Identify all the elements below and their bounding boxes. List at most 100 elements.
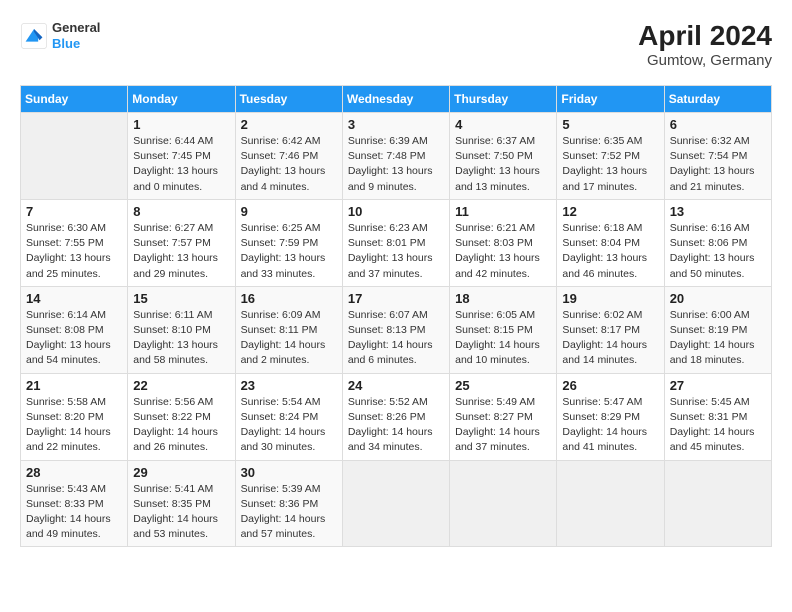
day-info: Sunrise: 5:52 AMSunset: 8:26 PMDaylight:…	[348, 395, 444, 456]
day-number: 30	[241, 465, 337, 480]
calendar-cell: 21Sunrise: 5:58 AMSunset: 8:20 PMDayligh…	[21, 373, 128, 460]
day-number: 28	[26, 465, 122, 480]
day-info: Sunrise: 5:39 AMSunset: 8:36 PMDaylight:…	[241, 482, 337, 543]
calendar-cell: 10Sunrise: 6:23 AMSunset: 8:01 PMDayligh…	[342, 199, 449, 286]
calendar-header: SundayMondayTuesdayWednesdayThursdayFrid…	[21, 86, 772, 113]
day-number: 8	[133, 204, 229, 219]
day-number: 24	[348, 378, 444, 393]
title-block: April 2024 Gumtow, Germany	[638, 20, 772, 69]
day-number: 11	[455, 204, 551, 219]
page-header: General Blue April 2024 Gumtow, Germany	[20, 20, 772, 69]
day-number: 5	[562, 117, 658, 132]
calendar-cell	[21, 113, 128, 200]
calendar-cell: 6 Sunrise: 6:32 AMSunset: 7:54 PMDaylight…	[664, 113, 771, 200]
calendar-cell: 12 Sunrise: 6:18 AMSunset: 8:04 PMDayligh…	[557, 199, 664, 286]
day-number: 23	[241, 378, 337, 393]
calendar-cell: 13 Sunrise: 6:16 AMSunset: 8:06 PMDayligh…	[664, 199, 771, 286]
day-info: Sunrise: 5:45 AMSunset: 8:31 PMDaylight:…	[670, 395, 766, 456]
day-info: Sunrise: 6:44 AMSunset: 7:45 PMDaylight:…	[133, 134, 229, 195]
day-number: 29	[133, 465, 229, 480]
weekday-header-sunday: Sunday	[21, 86, 128, 113]
day-number: 10	[348, 204, 444, 219]
calendar-cell	[450, 460, 557, 547]
calendar-week-1: 1 Sunrise: 6:44 AMSunset: 7:45 PMDaylight…	[21, 113, 772, 200]
day-number: 1	[133, 117, 229, 132]
calendar-cell: 16 Sunrise: 6:09 AMSunset: 8:11 PMDayligh…	[235, 286, 342, 373]
weekday-header-row: SundayMondayTuesdayWednesdayThursdayFrid…	[21, 86, 772, 113]
calendar-cell: 30 Sunrise: 5:39 AMSunset: 8:36 PMDayligh…	[235, 460, 342, 547]
weekday-header-monday: Monday	[128, 86, 235, 113]
calendar-cell: 9 Sunrise: 6:25 AMSunset: 7:59 PMDaylight…	[235, 199, 342, 286]
calendar-cell: 8 Sunrise: 6:27 AMSunset: 7:57 PMDaylight…	[128, 199, 235, 286]
day-info: Sunrise: 6:16 AMSunset: 8:06 PMDaylight:…	[670, 221, 766, 282]
day-info: Sunrise: 5:49 AMSunset: 8:27 PMDaylight:…	[455, 395, 551, 456]
day-number: 20	[670, 291, 766, 306]
calendar-subtitle: Gumtow, Germany	[638, 52, 772, 69]
calendar-cell: 11 Sunrise: 6:21 AMSunset: 8:03 PMDayligh…	[450, 199, 557, 286]
day-info: Sunrise: 6:35 AMSunset: 7:52 PMDaylight:…	[562, 134, 658, 195]
calendar-week-3: 14 Sunrise: 6:14 AMSunset: 8:08 PMDayligh…	[21, 286, 772, 373]
day-number: 14	[26, 291, 122, 306]
day-number: 27	[670, 378, 766, 393]
day-number: 2	[241, 117, 337, 132]
day-number: 15	[133, 291, 229, 306]
calendar-cell: 24 Sunrise: 5:52 AMSunset: 8:26 PMDayligh…	[342, 373, 449, 460]
day-number: 12	[562, 204, 658, 219]
day-info: Sunrise: 6:37 AMSunset: 7:50 PMDaylight:…	[455, 134, 551, 195]
calendar-week-4: 21Sunrise: 5:58 AMSunset: 8:20 PMDayligh…	[21, 373, 772, 460]
day-info: Sunrise: 6:14 AMSunset: 8:08 PMDaylight:…	[26, 308, 122, 369]
day-number: 4	[455, 117, 551, 132]
calendar-cell: 17Sunrise: 6:07 AMSunset: 8:13 PMDayligh…	[342, 286, 449, 373]
logo-text: General Blue	[52, 20, 100, 51]
day-info: Sunrise: 6:42 AMSunset: 7:46 PMDaylight:…	[241, 134, 337, 195]
day-info: Sunrise: 6:21 AMSunset: 8:03 PMDaylight:…	[455, 221, 551, 282]
calendar-cell: 23 Sunrise: 5:54 AMSunset: 8:24 PMDayligh…	[235, 373, 342, 460]
calendar-cell: 25 Sunrise: 5:49 AMSunset: 8:27 PMDayligh…	[450, 373, 557, 460]
day-number: 22	[133, 378, 229, 393]
calendar-cell: 7 Sunrise: 6:30 AMSunset: 7:55 PMDaylight…	[21, 199, 128, 286]
calendar-cell: 18Sunrise: 6:05 AMSunset: 8:15 PMDayligh…	[450, 286, 557, 373]
day-number: 3	[348, 117, 444, 132]
day-info: Sunrise: 5:43 AMSunset: 8:33 PMDaylight:…	[26, 482, 122, 543]
day-info: Sunrise: 6:30 AMSunset: 7:55 PMDaylight:…	[26, 221, 122, 282]
calendar-cell: 3Sunrise: 6:39 AMSunset: 7:48 PMDaylight…	[342, 113, 449, 200]
calendar-cell: 19Sunrise: 6:02 AMSunset: 8:17 PMDayligh…	[557, 286, 664, 373]
logo-line1: General	[52, 20, 100, 36]
day-number: 7	[26, 204, 122, 219]
calendar-cell: 28 Sunrise: 5:43 AMSunset: 8:33 PMDayligh…	[21, 460, 128, 547]
logo-icon	[20, 22, 48, 50]
calendar-cell: 22 Sunrise: 5:56 AMSunset: 8:22 PMDayligh…	[128, 373, 235, 460]
calendar-cell: 26Sunrise: 5:47 AMSunset: 8:29 PMDayligh…	[557, 373, 664, 460]
calendar-cell: 5 Sunrise: 6:35 AMSunset: 7:52 PMDaylight…	[557, 113, 664, 200]
day-info: Sunrise: 6:27 AMSunset: 7:57 PMDaylight:…	[133, 221, 229, 282]
day-number: 6	[670, 117, 766, 132]
calendar-body: 1 Sunrise: 6:44 AMSunset: 7:45 PMDaylight…	[21, 113, 772, 547]
day-info: Sunrise: 6:09 AMSunset: 8:11 PMDaylight:…	[241, 308, 337, 369]
calendar-cell: 20Sunrise: 6:00 AMSunset: 8:19 PMDayligh…	[664, 286, 771, 373]
day-info: Sunrise: 6:11 AMSunset: 8:10 PMDaylight:…	[133, 308, 229, 369]
calendar-cell	[557, 460, 664, 547]
calendar-cell: 27 Sunrise: 5:45 AMSunset: 8:31 PMDayligh…	[664, 373, 771, 460]
calendar-cell	[342, 460, 449, 547]
day-info: Sunrise: 6:18 AMSunset: 8:04 PMDaylight:…	[562, 221, 658, 282]
weekday-header-saturday: Saturday	[664, 86, 771, 113]
weekday-header-wednesday: Wednesday	[342, 86, 449, 113]
day-number: 13	[670, 204, 766, 219]
calendar-week-2: 7 Sunrise: 6:30 AMSunset: 7:55 PMDaylight…	[21, 199, 772, 286]
calendar-cell: 14 Sunrise: 6:14 AMSunset: 8:08 PMDayligh…	[21, 286, 128, 373]
day-number: 26	[562, 378, 658, 393]
calendar-table: SundayMondayTuesdayWednesdayThursdayFrid…	[20, 85, 772, 547]
day-info: Sunrise: 6:32 AMSunset: 7:54 PMDaylight:…	[670, 134, 766, 195]
logo-line2: Blue	[52, 36, 100, 52]
weekday-header-thursday: Thursday	[450, 86, 557, 113]
weekday-header-tuesday: Tuesday	[235, 86, 342, 113]
day-number: 25	[455, 378, 551, 393]
day-info: Sunrise: 5:56 AMSunset: 8:22 PMDaylight:…	[133, 395, 229, 456]
calendar-cell	[664, 460, 771, 547]
day-info: Sunrise: 6:25 AMSunset: 7:59 PMDaylight:…	[241, 221, 337, 282]
day-info: Sunrise: 5:54 AMSunset: 8:24 PMDaylight:…	[241, 395, 337, 456]
day-info: Sunrise: 6:07 AMSunset: 8:13 PMDaylight:…	[348, 308, 444, 369]
day-number: 16	[241, 291, 337, 306]
calendar-title: April 2024	[638, 20, 772, 52]
day-number: 9	[241, 204, 337, 219]
